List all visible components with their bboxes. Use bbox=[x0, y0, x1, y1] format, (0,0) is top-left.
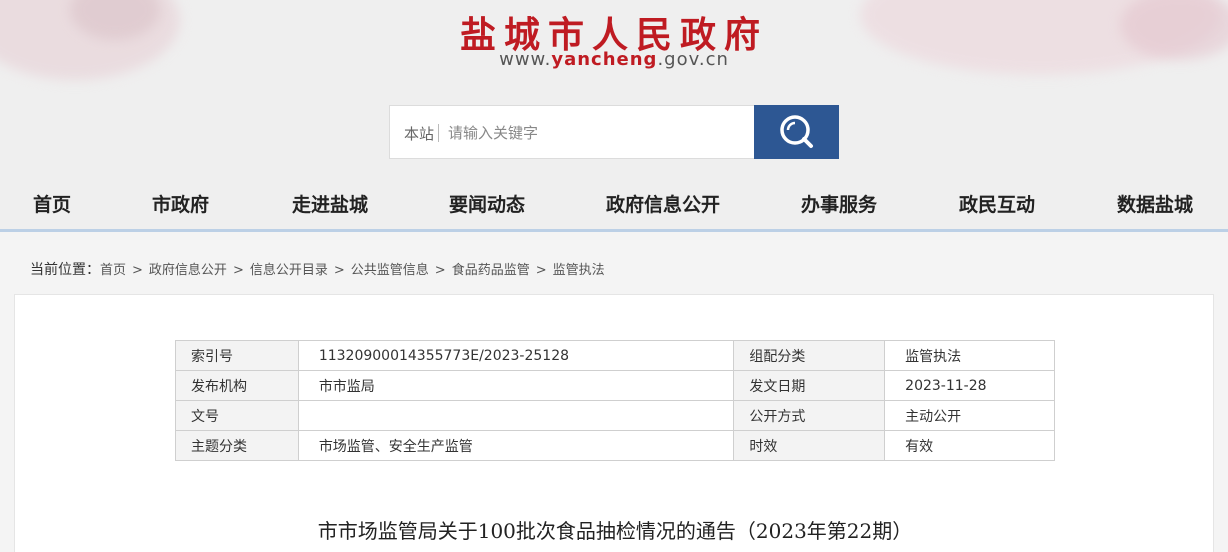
search-scope-label[interactable]: 本站 bbox=[404, 123, 434, 144]
meta-value-validity: 有效 bbox=[884, 430, 1055, 461]
breadcrumb: 当前位置：首页 > 政府信息公开 > 信息公开目录 > 公共监管信息 > 食品药品监管 > 监管执法 bbox=[30, 259, 605, 279]
breadcrumb-lead: 当前位置： bbox=[30, 262, 100, 278]
meta-value-date: 2023-11-28 bbox=[884, 370, 1055, 401]
site-url-suffix: .gov.cn bbox=[657, 49, 729, 70]
nav-item-interaction[interactable]: 政民互动 bbox=[959, 182, 1035, 228]
search-divider bbox=[438, 124, 439, 142]
search-input[interactable] bbox=[448, 117, 738, 149]
site-url: www.yancheng.gov.cn bbox=[0, 49, 1228, 70]
breadcrumb-separator: > bbox=[232, 263, 244, 278]
search-button[interactable] bbox=[754, 105, 839, 159]
article-title: 市市场监管局关于100批次食品抽检情况的通告（2023年第22期） bbox=[317, 519, 913, 543]
breadcrumb-link-catalog[interactable]: 信息公开目录 bbox=[250, 263, 328, 278]
nav-divider bbox=[0, 229, 1228, 232]
breadcrumb-link-home[interactable]: 首页 bbox=[100, 263, 126, 278]
table-row: 发布机构 市市监局 发文日期 2023-11-28 bbox=[175, 370, 1055, 401]
meta-label-doc-number: 文号 bbox=[175, 400, 299, 431]
nav-item-data-yancheng[interactable]: 数据盐城 bbox=[1117, 182, 1193, 228]
breadcrumb-separator: > bbox=[535, 263, 547, 278]
content-panel: 索引号 11320900014355773E/2023-25128 组配分类 监… bbox=[14, 294, 1214, 552]
nav-item-gov-info-disclosure[interactable]: 政府信息公开 bbox=[606, 182, 720, 228]
meta-label-validity: 时效 bbox=[733, 430, 886, 461]
breadcrumb-link-enforcement[interactable]: 监管执法 bbox=[553, 263, 605, 278]
table-row: 索引号 11320900014355773E/2023-25128 组配分类 监… bbox=[175, 340, 1055, 371]
nav-item-city-government[interactable]: 市政府 bbox=[152, 182, 209, 228]
site-url-prefix: www. bbox=[499, 49, 552, 70]
breadcrumb-link-public-supervision[interactable]: 公共监管信息 bbox=[351, 263, 429, 278]
table-row: 主题分类 市场监管、安全生产监管 时效 有效 bbox=[175, 430, 1055, 461]
nav-item-services[interactable]: 办事服务 bbox=[801, 182, 877, 228]
meta-label-index: 索引号 bbox=[175, 340, 299, 371]
meta-value-doc-number bbox=[297, 400, 735, 431]
breadcrumb-separator: > bbox=[132, 263, 143, 278]
breadcrumb-link-food-drug[interactable]: 食品药品监管 bbox=[452, 263, 530, 278]
metadata-table: 索引号 11320900014355773E/2023-25128 组配分类 监… bbox=[175, 340, 1055, 461]
site-url-domain: yancheng bbox=[551, 49, 658, 70]
meta-value-topic: 市场监管、安全生产监管 bbox=[297, 430, 735, 461]
meta-label-publisher: 发布机构 bbox=[175, 370, 299, 401]
breadcrumb-separator: > bbox=[434, 263, 446, 278]
nav-item-news[interactable]: 要闻动态 bbox=[449, 182, 525, 228]
table-row: 文号 公开方式 主动公开 bbox=[175, 400, 1055, 431]
search-box: 本站 bbox=[389, 105, 754, 159]
search-icon bbox=[780, 115, 813, 148]
meta-label-date: 发文日期 bbox=[733, 370, 886, 401]
meta-value-publisher: 市市监局 bbox=[297, 370, 735, 401]
breadcrumb-separator: > bbox=[333, 263, 345, 278]
nav-item-about-yancheng[interactable]: 走进盐城 bbox=[292, 182, 368, 228]
meta-label-disclosure: 公开方式 bbox=[733, 400, 886, 431]
meta-value-index: 11320900014355773E/2023-25128 bbox=[297, 340, 735, 371]
breadcrumb-link-gov-info[interactable]: 政府信息公开 bbox=[149, 263, 227, 278]
nav-item-home[interactable]: 首页 bbox=[33, 182, 71, 228]
meta-value-category: 监管执法 bbox=[884, 340, 1055, 371]
meta-label-topic: 主题分类 bbox=[175, 430, 299, 461]
main-nav: 首页 市政府 走进盐城 要闻动态 政府信息公开 办事服务 政民互动 数据盐城 bbox=[0, 182, 1228, 228]
meta-label-category: 组配分类 bbox=[733, 340, 886, 371]
meta-value-disclosure: 主动公开 bbox=[884, 400, 1055, 431]
